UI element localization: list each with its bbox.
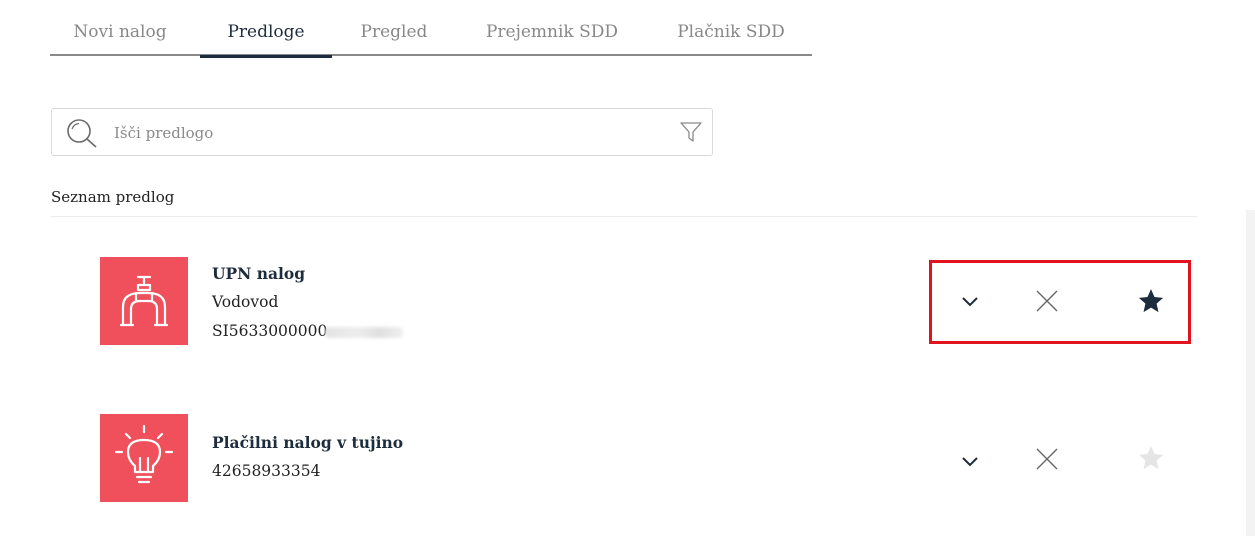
tab-bar: Novi nalog Predloge Pregled Prejemnik SD… [50,14,812,58]
list-title: Seznam predlog [51,188,175,206]
tab-predloge[interactable]: Predloge [200,20,332,58]
filter-icon[interactable] [680,121,702,143]
template-name: UPN nalog [212,264,306,283]
list-divider [51,216,1197,217]
template-recipient: Vodovod [212,293,279,311]
search-box [51,108,713,156]
close-icon[interactable] [1035,447,1059,475]
chevron-down-icon[interactable] [960,453,980,472]
scroll-track [1246,210,1255,536]
tab-novi-nalog[interactable]: Novi nalog [60,20,180,54]
template-account: 42658933354 [212,462,321,480]
tab-pregled[interactable]: Pregled [346,20,442,54]
star-icon[interactable] [1137,287,1165,319]
search-icon[interactable] [66,118,98,148]
water-tap-icon [100,257,188,345]
tab-prejemnik-sdd[interactable]: Prejemnik SDD [468,20,636,54]
tab-placnik-sdd[interactable]: Plačnik SDD [658,20,804,54]
template-details: Plačilni nalog v tujino 42658933354 [212,428,403,486]
template-details: UPN nalog Vodovod SI5633000000 [212,259,404,346]
template-row[interactable]: UPN nalog Vodovod SI5633000000 [60,247,1197,367]
chevron-down-icon[interactable] [960,293,980,312]
template-account-number: SI5633000000 [212,322,328,340]
close-icon[interactable] [1035,289,1059,317]
template-account: SI5633000000 [212,317,404,346]
template-name: Plačilni nalog v tujino [212,433,404,452]
lightbulb-icon [100,414,188,502]
star-icon[interactable] [1137,444,1165,476]
account-blur [325,326,404,338]
template-row[interactable]: Plačilni nalog v tujino 42658933354 [60,404,1197,524]
search-input[interactable] [112,119,676,147]
